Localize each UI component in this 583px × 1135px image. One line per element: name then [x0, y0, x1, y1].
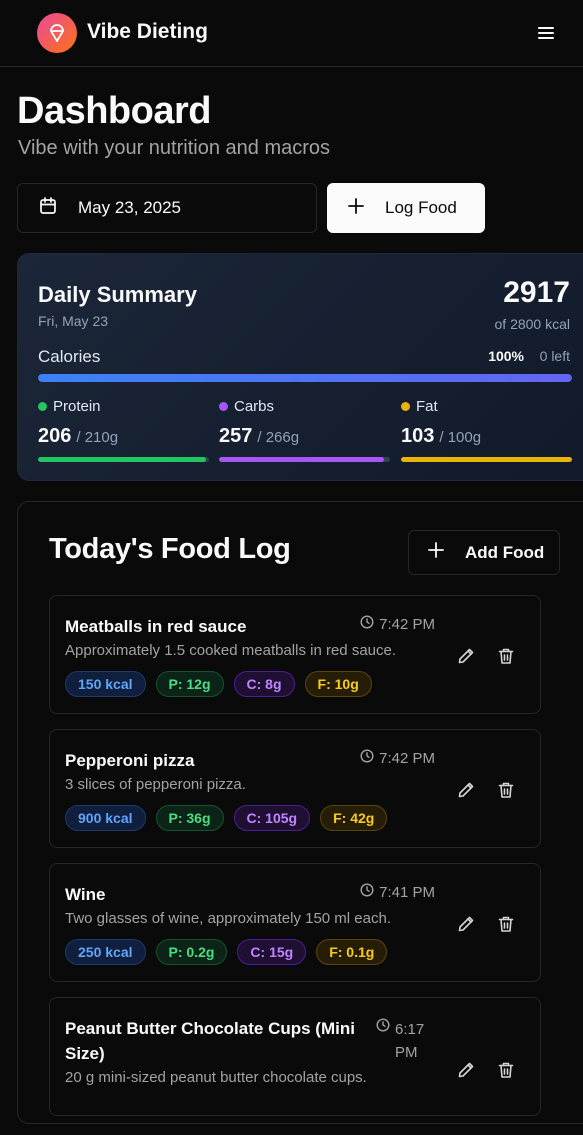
food-name: Wine: [65, 885, 106, 904]
daily-summary-card: Daily Summary Fri, May 23 2917 of 2800 k…: [17, 253, 583, 481]
add-food-button[interactable]: Add Food: [408, 530, 560, 575]
macro-name: Protein: [53, 398, 101, 415]
macro-chips: 150 kcal P: 12g C: 8g F: 10g: [65, 671, 382, 697]
carbs-chip: C: 105g: [233, 805, 311, 831]
fat-chip: F: 42g: [320, 805, 388, 831]
calorie-total: 2917: [503, 276, 570, 309]
calories-label: Calories: [38, 347, 101, 366]
calories-progress-fill: [38, 374, 572, 382]
clock-icon: [360, 749, 374, 767]
food-name: Meatballs in red sauce: [65, 617, 247, 636]
macro-name: Fat: [416, 398, 438, 415]
protein-chip: P: 12g: [155, 671, 224, 697]
time-label: 7:42 PM: [379, 749, 435, 767]
date-picker-button[interactable]: May 23, 2025: [17, 183, 317, 233]
plus-icon: [347, 197, 365, 220]
food-entry[interactable]: Peanut Butter Chocolate Cups (Mini Size)…: [49, 997, 541, 1116]
macro-value: 206: [38, 425, 72, 447]
macro-value: 103: [401, 425, 435, 447]
date-label: May 23, 2025: [78, 198, 182, 217]
trash-icon[interactable]: [494, 778, 518, 802]
page-title: Dashboard: [17, 90, 211, 132]
macro-carbs: Carbs 257/ 266g: [219, 398, 390, 462]
food-time: 6:17 PM: [376, 1018, 435, 1064]
carbs-dot: [219, 402, 228, 411]
log-food-label: Log Food: [385, 198, 457, 217]
macro-fat: Fat 103/ 100g: [401, 398, 572, 462]
log-food-button[interactable]: Log Food: [327, 183, 485, 233]
time-label: 7:42 PM: [379, 615, 435, 633]
protein-chip: P: 36g: [155, 805, 224, 831]
clock-icon: [360, 615, 374, 633]
pencil-icon[interactable]: [454, 1058, 478, 1082]
macro-chips: 900 kcal P: 36g C: 105g F: 42g: [65, 805, 397, 831]
food-log-title: Today's Food Log: [49, 533, 291, 565]
food-log-card: Today's Food Log Add Food Meatballs in r…: [17, 501, 583, 1124]
ice-cream-icon[interactable]: [37, 13, 77, 53]
add-food-label: Add Food: [465, 542, 545, 562]
macro-progress-bar: [401, 457, 572, 462]
app-name[interactable]: Vibe Dieting: [87, 20, 208, 44]
macro-goal: / 266g: [257, 429, 300, 446]
plus-icon: [427, 541, 445, 564]
macro-goal: / 210g: [76, 429, 119, 446]
summary-title: Daily Summary: [38, 282, 197, 307]
macro-progress-fill: [401, 457, 572, 462]
calories-left: 0 left: [539, 348, 570, 364]
food-description: 20 g mini-sized peanut butter chocolate …: [65, 1069, 367, 1086]
macro-goal: / 100g: [439, 429, 482, 446]
food-name: Pepperoni pizza: [65, 751, 195, 770]
kcal-chip: 250 kcal: [65, 939, 146, 965]
page-subtitle: Vibe with your nutrition and macros: [18, 137, 331, 159]
calorie-goal: of 2800 kcal: [494, 316, 571, 332]
trash-icon[interactable]: [494, 912, 518, 936]
calendar-icon: [38, 196, 58, 221]
macro-protein: Protein 206/ 210g: [38, 398, 209, 462]
food-entry[interactable]: Pepperoni pizza 7:42 PM 3 slices of pepp…: [49, 729, 541, 848]
trash-icon[interactable]: [494, 1058, 518, 1082]
macro-name: Carbs: [234, 398, 275, 415]
fat-chip: F: 10g: [304, 671, 372, 697]
time-label: 6:17 PM: [395, 1021, 425, 1061]
pencil-icon[interactable]: [454, 912, 478, 936]
hamburger-menu-icon[interactable]: [534, 22, 558, 44]
food-description: Approximately 1.5 cooked meatballs in re…: [65, 642, 397, 659]
calories-progress-bar: [38, 374, 572, 382]
protein-chip: P: 0.2g: [155, 939, 228, 965]
food-time: 7:42 PM: [360, 749, 435, 767]
carbs-chip: C: 15g: [237, 939, 307, 965]
fat-dot: [401, 402, 410, 411]
food-name: Peanut Butter Chocolate Cups (Mini Size): [65, 1019, 355, 1063]
protein-dot: [38, 402, 47, 411]
food-description: Two glasses of wine, approximately 150 m…: [65, 910, 391, 927]
food-entry[interactable]: Meatballs in red sauce 7:42 PM Approxima…: [49, 595, 541, 714]
clock-icon: [376, 1018, 390, 1036]
macro-progress-fill: [219, 457, 385, 462]
trash-icon[interactable]: [494, 644, 518, 668]
macro-progress-bar: [38, 457, 209, 462]
kcal-chip: 150 kcal: [65, 671, 146, 697]
food-time: 7:41 PM: [360, 883, 435, 901]
food-description: 3 slices of pepperoni pizza.: [65, 776, 246, 793]
kcal-chip: 900 kcal: [65, 805, 146, 831]
macro-progress-bar: [219, 457, 390, 462]
carbs-chip: C: 8g: [233, 671, 295, 697]
food-time: 7:42 PM: [360, 615, 435, 633]
pencil-icon[interactable]: [454, 644, 478, 668]
macro-chips: 250 kcal P: 0.2g C: 15g F: 0.1g: [65, 939, 397, 965]
time-label: 7:41 PM: [379, 883, 435, 901]
pencil-icon[interactable]: [454, 778, 478, 802]
summary-date: Fri, May 23: [38, 313, 109, 329]
fat-chip: F: 0.1g: [316, 939, 388, 965]
macro-progress-fill: [38, 457, 206, 462]
food-entry[interactable]: Wine 7:41 PM Two glasses of wine, approx…: [49, 863, 541, 982]
macro-value: 257: [219, 425, 253, 447]
clock-icon: [360, 883, 374, 901]
top-bar: Vibe Dieting: [0, 0, 583, 67]
calories-percent: 100%: [488, 348, 524, 364]
